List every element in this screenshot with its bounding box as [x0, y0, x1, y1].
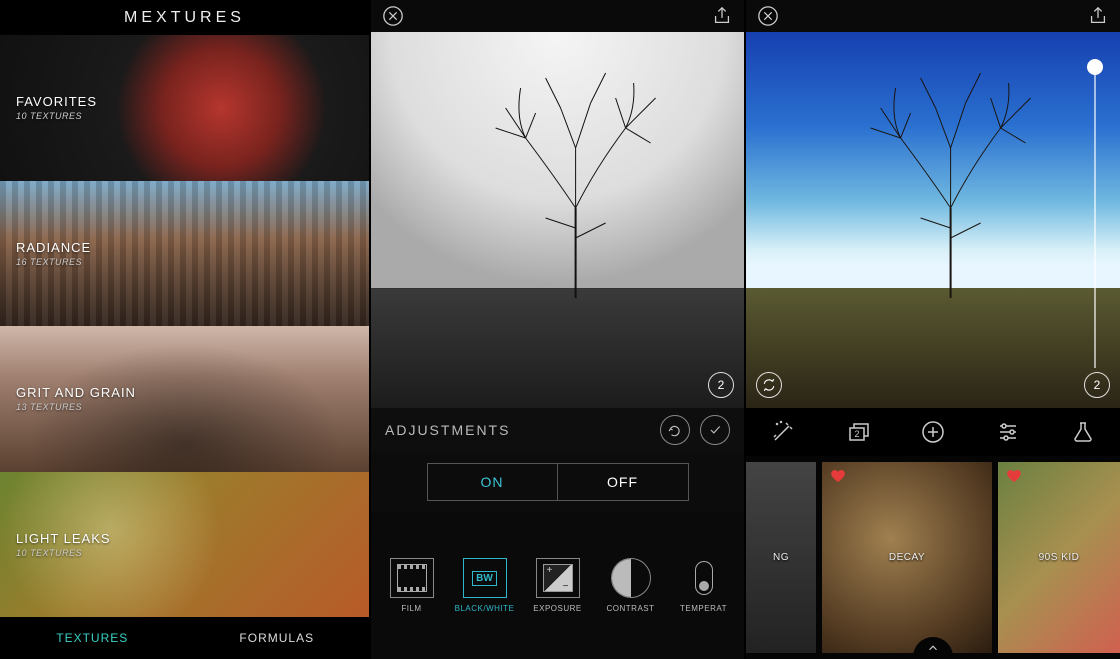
exposure-icon: +−	[536, 558, 580, 598]
adjustment-film[interactable]: FILM	[377, 558, 446, 613]
adjustments-strip[interactable]: FILM BW BLACK/WHITE +− EXPOSURE CONTRAST…	[371, 512, 744, 659]
preview-tree	[841, 58, 1061, 303]
share-button[interactable]	[1086, 4, 1110, 28]
film-icon	[390, 558, 434, 598]
apply-button[interactable]	[700, 415, 730, 445]
pack-subtitle: 13 TEXTURES	[16, 402, 136, 412]
close-button[interactable]	[381, 4, 405, 28]
wand-icon	[771, 420, 795, 444]
layers-icon: 2	[846, 420, 870, 444]
tool-layers[interactable]: 2	[841, 415, 875, 449]
share-icon	[711, 5, 733, 27]
close-button[interactable]	[756, 4, 780, 28]
tab-formulas[interactable]: FORMULAS	[185, 617, 370, 659]
sliders-icon	[996, 420, 1020, 444]
adjustment-exposure[interactable]: +− EXPOSURE	[523, 558, 592, 613]
texture-thumbnails[interactable]: NG DECAY 90S KID	[746, 456, 1120, 659]
tool-magic[interactable]	[766, 415, 800, 449]
app-title: MEXTURES	[0, 0, 369, 35]
toggle-off[interactable]: OFF	[558, 464, 688, 500]
rotate-button[interactable]	[756, 372, 782, 398]
pack-title: LIGHT LEAKS	[16, 531, 111, 546]
texture-pack-list: FAVORITES 10 TEXTURES RADIANCE 16 TEXTUR…	[0, 35, 369, 617]
layer-count-badge[interactable]: 2	[1084, 372, 1110, 398]
texture-thumb[interactable]: NG	[746, 462, 816, 653]
top-bar	[371, 0, 744, 32]
check-icon	[708, 423, 722, 437]
svg-text:2: 2	[855, 429, 860, 439]
toggle-on[interactable]: ON	[428, 464, 558, 500]
library-screen: MEXTURES FAVORITES 10 TEXTURES RADIANCE …	[0, 0, 371, 659]
adjustment-black-white[interactable]: BW BLACK/WHITE	[450, 558, 519, 613]
adjustments-label: ADJUSTMENTS	[385, 422, 650, 438]
adjustment-temperature[interactable]: TEMPERAT	[669, 558, 738, 613]
image-preview: 2	[746, 32, 1120, 408]
bw-icon: BW	[463, 558, 507, 598]
temperature-icon	[682, 558, 726, 598]
texture-pack-radiance[interactable]: RADIANCE 16 TEXTURES	[0, 181, 369, 327]
thumb-label: NG	[773, 552, 789, 563]
chevron-up-icon	[926, 641, 940, 655]
texture-thumb-decay[interactable]: DECAY	[822, 462, 992, 653]
close-icon	[382, 5, 404, 27]
adjustments-screen: 2 ADJUSTMENTS ON OFF FILM BW BLACK/WHITE…	[371, 0, 746, 659]
edit-toolbar: 2	[746, 408, 1120, 456]
layer-count-badge[interactable]: 2	[708, 372, 734, 398]
tool-flask[interactable]	[1066, 415, 1100, 449]
favorite-heart-icon[interactable]	[1006, 468, 1022, 484]
texture-pack-favorites[interactable]: FAVORITES 10 TEXTURES	[0, 35, 369, 181]
preview-tree	[465, 58, 685, 303]
top-bar	[746, 0, 1120, 32]
share-icon	[1087, 5, 1109, 27]
texture-apply-screen: 2 2 NG DECAY 90S KID	[746, 0, 1120, 659]
on-off-toggle: ON OFF	[427, 463, 689, 501]
texture-pack-light-leaks[interactable]: LIGHT LEAKS 10 TEXTURES	[0, 472, 369, 618]
rotate-icon	[762, 378, 776, 392]
favorite-heart-icon[interactable]	[830, 468, 846, 484]
image-preview: 2	[371, 32, 744, 408]
tool-sliders[interactable]	[991, 415, 1025, 449]
pack-title: FAVORITES	[16, 94, 97, 109]
undo-button[interactable]	[660, 415, 690, 445]
share-button[interactable]	[710, 4, 734, 28]
texture-pack-grit-and-grain[interactable]: GRIT AND GRAIN 13 TEXTURES	[0, 326, 369, 472]
thumb-label: DECAY	[889, 552, 925, 563]
preview-ground	[746, 288, 1120, 408]
close-icon	[757, 5, 779, 27]
adjustments-header: ADJUSTMENTS	[371, 408, 744, 452]
pack-subtitle: 10 TEXTURES	[16, 548, 111, 558]
plus-circle-icon	[921, 420, 945, 444]
flask-icon	[1071, 420, 1095, 444]
adjustment-contrast[interactable]: CONTRAST	[596, 558, 665, 613]
tool-add[interactable]	[916, 415, 950, 449]
pack-title: GRIT AND GRAIN	[16, 385, 136, 400]
pack-title: RADIANCE	[16, 240, 91, 255]
texture-thumb-90s-kid[interactable]: 90S KID	[998, 462, 1120, 653]
tab-textures[interactable]: TEXTURES	[0, 617, 185, 659]
preview-ground	[371, 288, 744, 408]
pack-subtitle: 10 TEXTURES	[16, 111, 97, 121]
intensity-slider-track[interactable]	[1094, 62, 1096, 368]
undo-icon	[668, 423, 682, 437]
thumb-label: 90S KID	[1039, 552, 1080, 563]
toggle-row: ON OFF	[371, 452, 744, 512]
contrast-icon	[611, 558, 651, 598]
pack-subtitle: 16 TEXTURES	[16, 257, 91, 267]
intensity-slider-thumb[interactable]	[1087, 59, 1103, 75]
bottom-tabs: TEXTURES FORMULAS	[0, 617, 369, 659]
